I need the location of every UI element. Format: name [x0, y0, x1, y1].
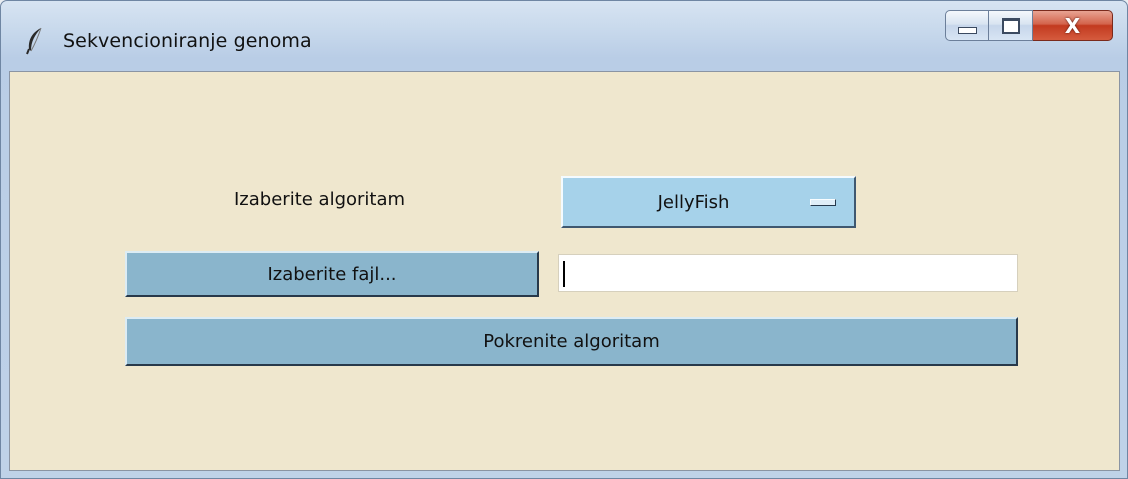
close-button[interactable]: X [1033, 10, 1113, 41]
window-title: Sekvencioniranje genoma [63, 30, 312, 52]
feather-icon [25, 27, 45, 55]
option-menu-indicator-icon [810, 199, 836, 206]
close-icon: X [1064, 13, 1081, 38]
text-cursor [563, 261, 565, 287]
algorithm-selected-value: JellyFish [657, 191, 730, 213]
maximize-button[interactable] [989, 10, 1033, 41]
algorithm-select[interactable]: JellyFish [561, 176, 856, 228]
maximize-icon [1001, 17, 1020, 34]
run-algorithm-button[interactable]: Pokrenite algoritam [125, 317, 1018, 366]
minimize-button[interactable] [945, 10, 989, 41]
title-bar[interactable]: Sekvencioniranje genoma X [1, 1, 1127, 69]
minimize-icon [957, 27, 977, 34]
run-algorithm-label: Pokrenite algoritam [483, 331, 660, 352]
app-window: Sekvencioniranje genoma X [0, 0, 1128, 479]
file-path-input[interactable] [558, 254, 1018, 292]
algorithm-label: Izaberite algoritam [234, 189, 406, 210]
choose-file-button[interactable]: Izaberite fajl... [125, 251, 539, 297]
choose-file-label: Izaberite fajl... [267, 263, 397, 285]
window-controls: X [945, 10, 1113, 46]
